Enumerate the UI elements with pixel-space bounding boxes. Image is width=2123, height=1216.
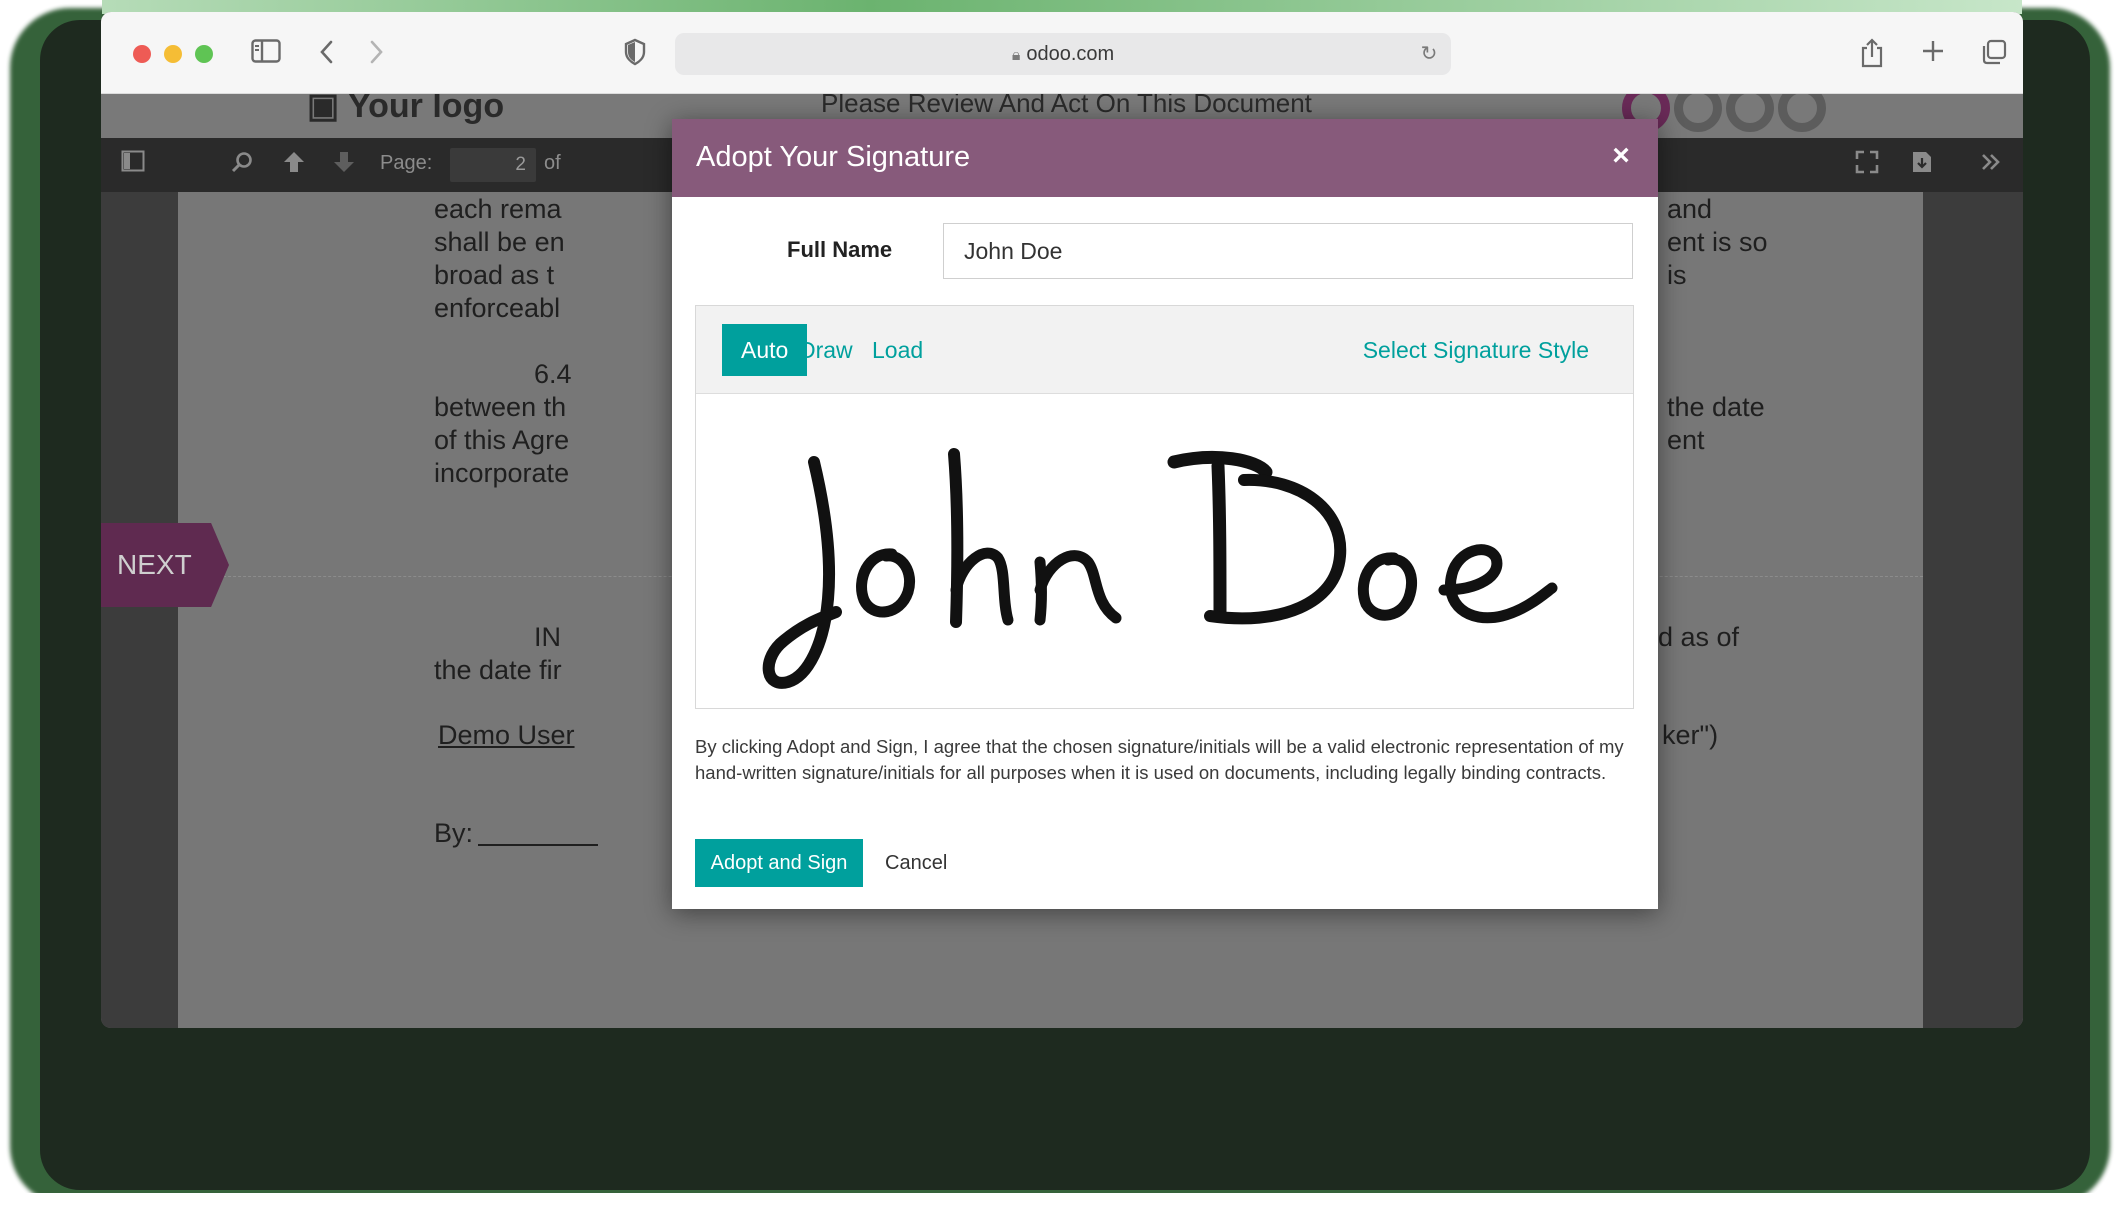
- document-text-line: of this Agre: [434, 425, 570, 455]
- document-text-line: d as of: [1658, 622, 1740, 652]
- document-text-line: broad as t: [434, 260, 555, 290]
- signature-mode-tabs: Auto Draw Load Select Signature Style: [696, 306, 1633, 394]
- minimize-window-button[interactable]: [164, 45, 182, 63]
- next-field-button[interactable]: NEXT: [101, 523, 229, 607]
- previous-page-icon[interactable]: [279, 150, 309, 180]
- document-text-line: Demo User: [438, 720, 575, 750]
- document-text-line: and: [1667, 194, 1713, 224]
- page-title: Please Review And Act On This Document: [821, 94, 1312, 118]
- full-name-input[interactable]: [943, 223, 1633, 279]
- signature-panel: Auto Draw Load Select Signature Style: [695, 305, 1634, 709]
- document-text-line: ent: [1667, 425, 1705, 455]
- document-text-line: ent is so: [1667, 227, 1768, 257]
- full-name-label: Full Name: [787, 237, 893, 262]
- lock-icon: 🔒︎: [1011, 47, 1021, 64]
- back-icon[interactable]: [310, 38, 344, 70]
- document-text-line: is: [1667, 260, 1687, 290]
- document-text-line: the date fir: [434, 655, 562, 685]
- new-tab-icon[interactable]: [1916, 38, 1950, 70]
- browser-window: 🔒︎ odoo.com ↻ ▣ Your logo Please Review A…: [101, 12, 2023, 1028]
- download-icon[interactable]: [1907, 150, 1937, 180]
- zoom-window-button[interactable]: [195, 45, 213, 63]
- dialog-title: Adopt Your Signature: [696, 141, 971, 173]
- document-text-line: 6.4: [534, 359, 572, 389]
- document-text-line: By:: [434, 818, 474, 848]
- fullscreen-icon[interactable]: [1852, 150, 1882, 180]
- tab-overview-icon[interactable]: [1977, 38, 2011, 70]
- document-text-line: incorporate: [434, 458, 570, 488]
- sidebar-toggle-icon[interactable]: [249, 38, 283, 70]
- document-text-line: the date: [1667, 392, 1765, 422]
- document-text-line: ker"): [1662, 720, 1719, 750]
- document-text-line: shall be en: [434, 227, 565, 257]
- select-signature-style-link[interactable]: Select Signature Style: [1363, 324, 1589, 376]
- privacy-shield-icon[interactable]: [618, 38, 652, 70]
- forward-icon[interactable]: [359, 38, 393, 70]
- signature-drawing: [762, 448, 1558, 689]
- document-text-line: IN: [534, 622, 561, 652]
- company-logo: ▣ Your logo: [307, 94, 504, 126]
- browser-titlebar: 🔒︎ odoo.com ↻: [101, 12, 2023, 94]
- more-tools-icon[interactable]: [1976, 150, 2006, 180]
- cancel-button[interactable]: Cancel: [885, 839, 947, 887]
- close-icon[interactable]: ×: [1606, 139, 1636, 173]
- sidebar-toggle-icon[interactable]: [118, 150, 148, 180]
- sidebar-icon: [251, 39, 281, 63]
- address-bar[interactable]: 🔒︎ odoo.com ↻: [675, 33, 1451, 75]
- adopt-and-sign-button[interactable]: Adopt and Sign: [695, 839, 863, 887]
- bottom-strip: [0, 1193, 2123, 1216]
- close-window-button[interactable]: [133, 45, 151, 63]
- reload-icon[interactable]: ↻: [1417, 41, 1441, 67]
- signature-line: [478, 844, 598, 846]
- share-icon[interactable]: [1855, 38, 1889, 70]
- logo-label: Your logo: [347, 94, 505, 125]
- address-text: 🔒︎ odoo.com: [675, 33, 1451, 75]
- adopt-signature-dialog: Adopt Your Signature × Full Name Auto Dr…: [672, 119, 1658, 909]
- dialog-header: Adopt Your Signature ×: [672, 119, 1658, 197]
- signature-preview[interactable]: [696, 394, 1633, 708]
- document-text-line: each rema: [434, 194, 562, 224]
- page-number-input[interactable]: 2: [450, 148, 536, 182]
- page-of-label: of: [544, 152, 561, 174]
- tab-load[interactable]: Load: [853, 324, 942, 376]
- next-page-icon[interactable]: [329, 150, 359, 180]
- agreement-text: By clicking Adopt and Sign, I agree that…: [695, 736, 1624, 783]
- document-text-line: enforceabl: [434, 293, 561, 323]
- search-icon[interactable]: [227, 150, 257, 180]
- page-label: Page:: [380, 152, 433, 174]
- document-text-line: between th: [434, 392, 567, 422]
- url-label: odoo.com: [1026, 43, 1115, 65]
